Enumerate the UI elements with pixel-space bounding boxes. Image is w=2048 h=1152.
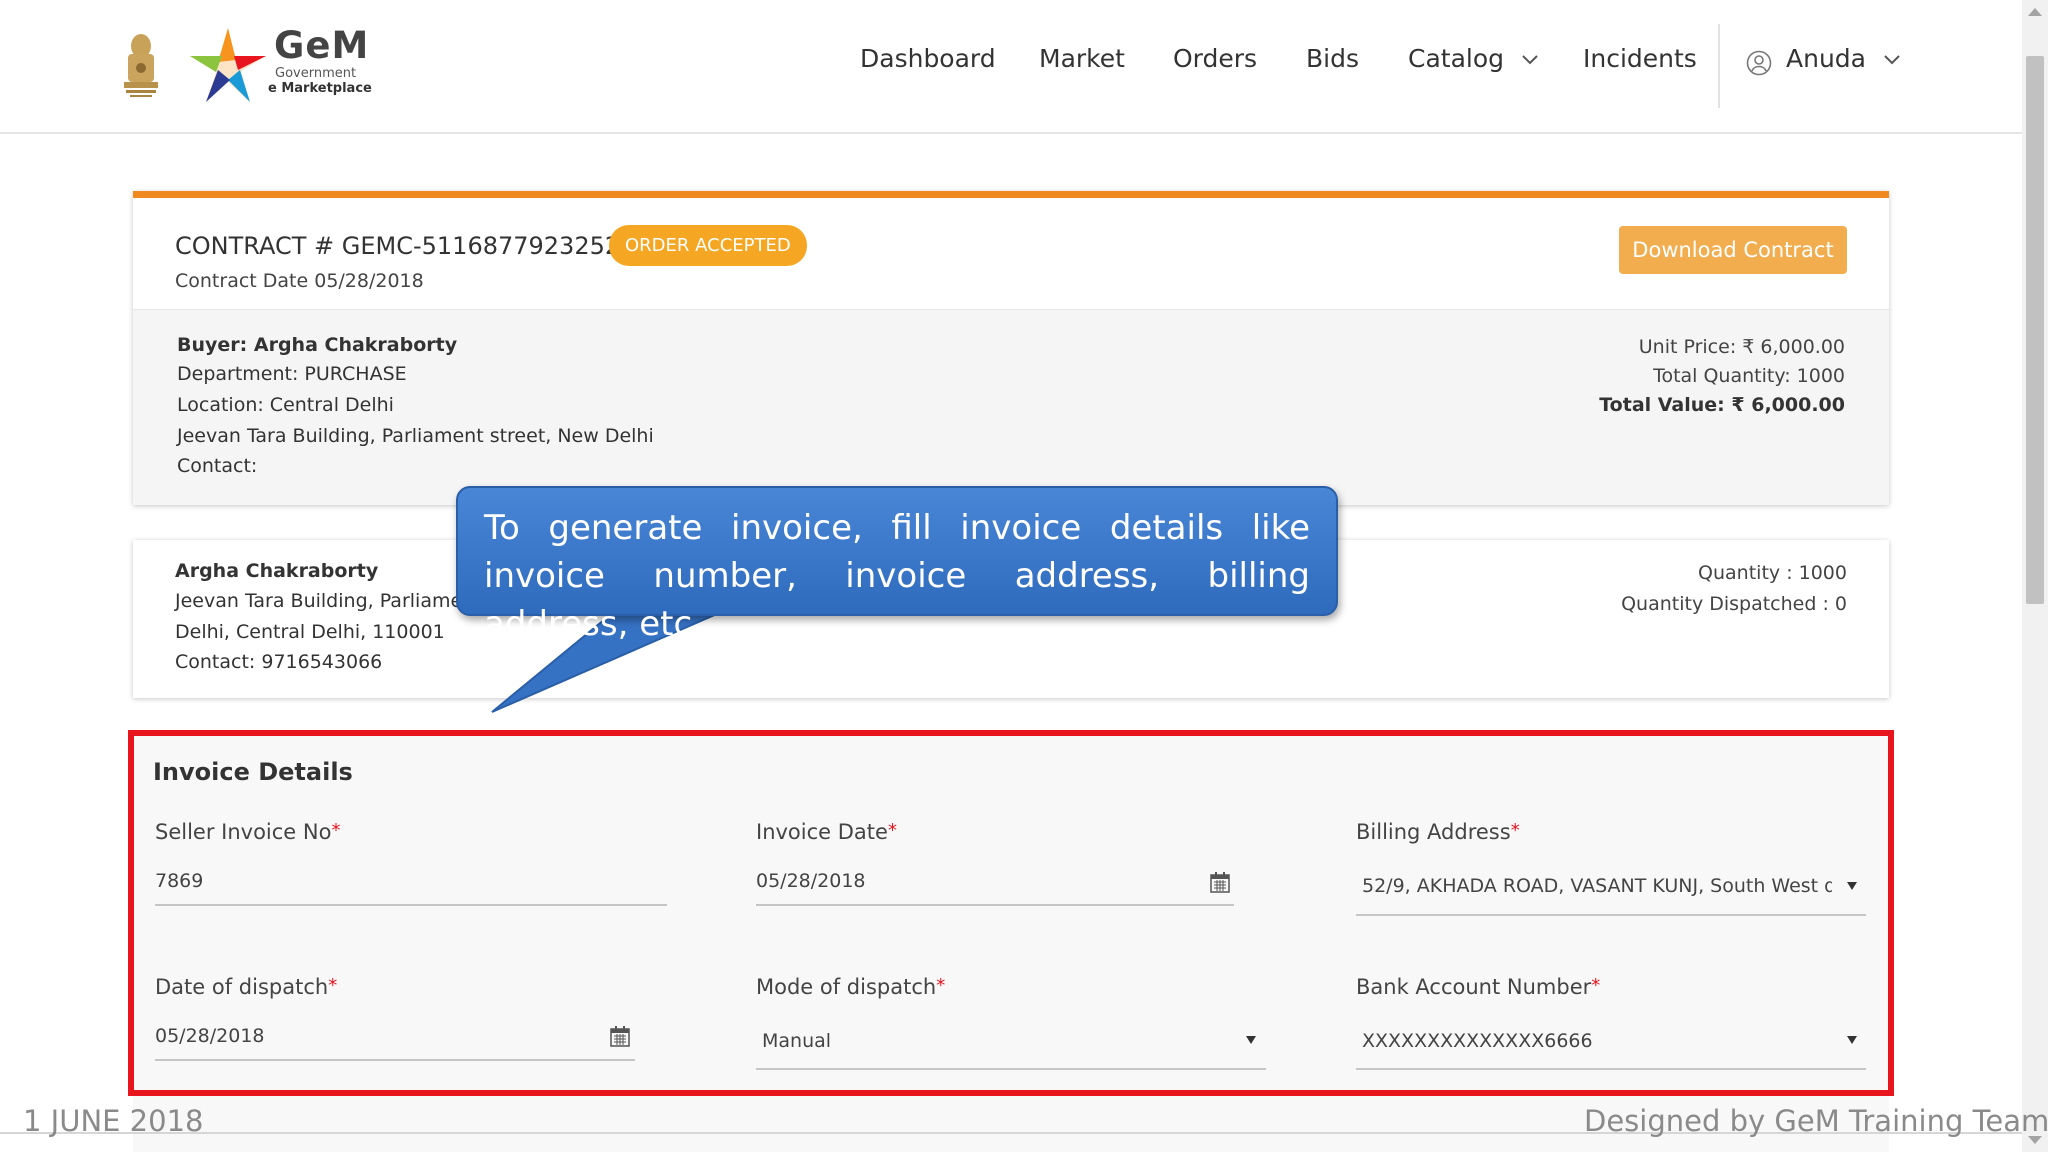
nav-dashboard[interactable]: Dashboard [860, 44, 996, 73]
invoice-date-input[interactable]: 05/28/2018 [756, 870, 1176, 892]
calendar-icon[interactable] [610, 1026, 630, 1047]
dropdown-arrow-icon[interactable] [1847, 1036, 1857, 1044]
buyer-department: Department: PURCHASE [177, 363, 407, 385]
bank-account-number-select[interactable]: XXXXXXXXXXXXXX6666 [1362, 1030, 1822, 1052]
contract-header: CONTRACT # GEMC-511687792325258 ORDER AC… [133, 198, 1889, 310]
scroll-thumb[interactable] [2026, 56, 2044, 604]
total-quantity: Total Quantity: 1000 [1653, 365, 1845, 387]
nav-divider [1718, 24, 1720, 108]
required-asterisk: * [331, 820, 341, 841]
user-name: Anuda [1786, 44, 1866, 73]
date-of-dispatch-label: Date of dispatch* [155, 975, 337, 999]
invoice-date-label: Invoice Date* [756, 820, 897, 844]
user-menu[interactable]: Anuda [1786, 44, 1900, 73]
dropdown-arrow-icon[interactable] [1246, 1036, 1256, 1044]
scroll-up-arrow-icon[interactable] [2028, 8, 2042, 16]
required-asterisk: * [887, 820, 897, 841]
invoice-details-title: Invoice Details [153, 758, 353, 786]
required-asterisk: * [1510, 820, 1520, 841]
footer-date: 1 JUNE 2018 [23, 1104, 204, 1138]
consignee-contact: Contact: 9716543066 [175, 651, 383, 673]
user-circle-icon[interactable] [1746, 50, 1772, 76]
top-header: GeM Government e Marketplace Dashboard M… [0, 0, 2022, 134]
mode-of-dispatch-select[interactable]: Manual [762, 1030, 1162, 1052]
input-underline [756, 1068, 1266, 1070]
quantity-dispatched: Quantity Dispatched : 0 [1621, 593, 1847, 615]
nav-incidents[interactable]: Incidents [1583, 44, 1697, 73]
billing-address-label: Billing Address* [1356, 820, 1520, 844]
label-text: Date of dispatch [155, 975, 329, 999]
bank-account-number-label: Bank Account Number* [1356, 975, 1600, 999]
total-value: Total Value: ₹ 6,000.00 [1599, 394, 1845, 416]
input-underline [1356, 914, 1866, 916]
input-underline [1356, 1068, 1866, 1070]
contract-card: CONTRACT # GEMC-511687792325258 ORDER AC… [133, 191, 1889, 505]
dropdown-arrow-icon[interactable] [1847, 882, 1857, 890]
nav-catalog[interactable]: Catalog [1408, 44, 1538, 73]
calendar-icon[interactable] [1210, 872, 1230, 893]
label-text: Mode of dispatch [756, 975, 937, 999]
contract-date: Contract Date 05/28/2018 [175, 270, 424, 292]
footer-credit: Designed by GeM Training Team [1584, 1104, 2048, 1138]
date-of-dispatch-input[interactable]: 05/28/2018 [155, 1025, 575, 1047]
buyer-contact: Contact: [177, 455, 258, 477]
logo-brand-text: GeM [274, 24, 370, 67]
input-underline [756, 904, 1234, 906]
consignee-quantity: Quantity : 1000 [1698, 562, 1847, 584]
mode-of-dispatch-label: Mode of dispatch* [756, 975, 945, 999]
label-text: Bank Account Number [1356, 975, 1592, 999]
required-asterisk: * [328, 975, 338, 996]
contract-number: CONTRACT # GEMC-511687792325258 [175, 232, 651, 260]
seller-invoice-no-label: Seller Invoice No* [155, 820, 340, 844]
consignee-address-line1: Jeevan Tara Building, Parliamen [175, 590, 475, 612]
chevron-down-icon [1884, 55, 1900, 65]
buyer-details: Buyer: Argha Chakraborty Department: PUR… [133, 310, 1889, 505]
buyer-location: Location: Central Delhi [177, 394, 394, 416]
input-underline [155, 904, 667, 906]
logo-line2: e Marketplace [268, 81, 372, 96]
label-text: Invoice Date [756, 820, 888, 844]
gem-star-logo-icon [190, 28, 266, 102]
seller-invoice-no-input[interactable]: 7869 [155, 870, 655, 892]
buyer-name: Buyer: Argha Chakraborty [177, 334, 458, 356]
required-asterisk: * [1591, 975, 1601, 996]
page-scrollbar[interactable] [2022, 0, 2048, 1152]
chevron-down-icon [1522, 55, 1538, 65]
tutorial-callout: To generate invoice, fill invoice detail… [456, 486, 1338, 644]
nav-orders[interactable]: Orders [1173, 44, 1257, 73]
required-asterisk: * [936, 975, 946, 996]
label-text: Seller Invoice No [155, 820, 332, 844]
national-emblem-icon [124, 34, 158, 97]
billing-address-select[interactable]: 52/9, AKHADA ROAD, VASANT KUNJ, South We… [1362, 875, 1832, 897]
nav-market[interactable]: Market [1039, 44, 1125, 73]
input-underline [155, 1059, 635, 1061]
consignee-name: Argha Chakraborty [175, 560, 379, 582]
status-badge: ORDER ACCEPTED [609, 225, 807, 266]
consignee-address-line2: Delhi, Central Delhi, 110001 [175, 621, 445, 643]
nav-catalog-label: Catalog [1408, 44, 1505, 73]
download-contract-button[interactable]: Download Contract [1619, 226, 1847, 274]
logo-line1: Government [275, 66, 357, 81]
buyer-address: Jeevan Tara Building, Parliament street,… [177, 425, 654, 447]
nav-bids[interactable]: Bids [1306, 44, 1359, 73]
label-text: Billing Address [1356, 820, 1511, 844]
unit-price: Unit Price: ₹ 6,000.00 [1638, 336, 1845, 358]
